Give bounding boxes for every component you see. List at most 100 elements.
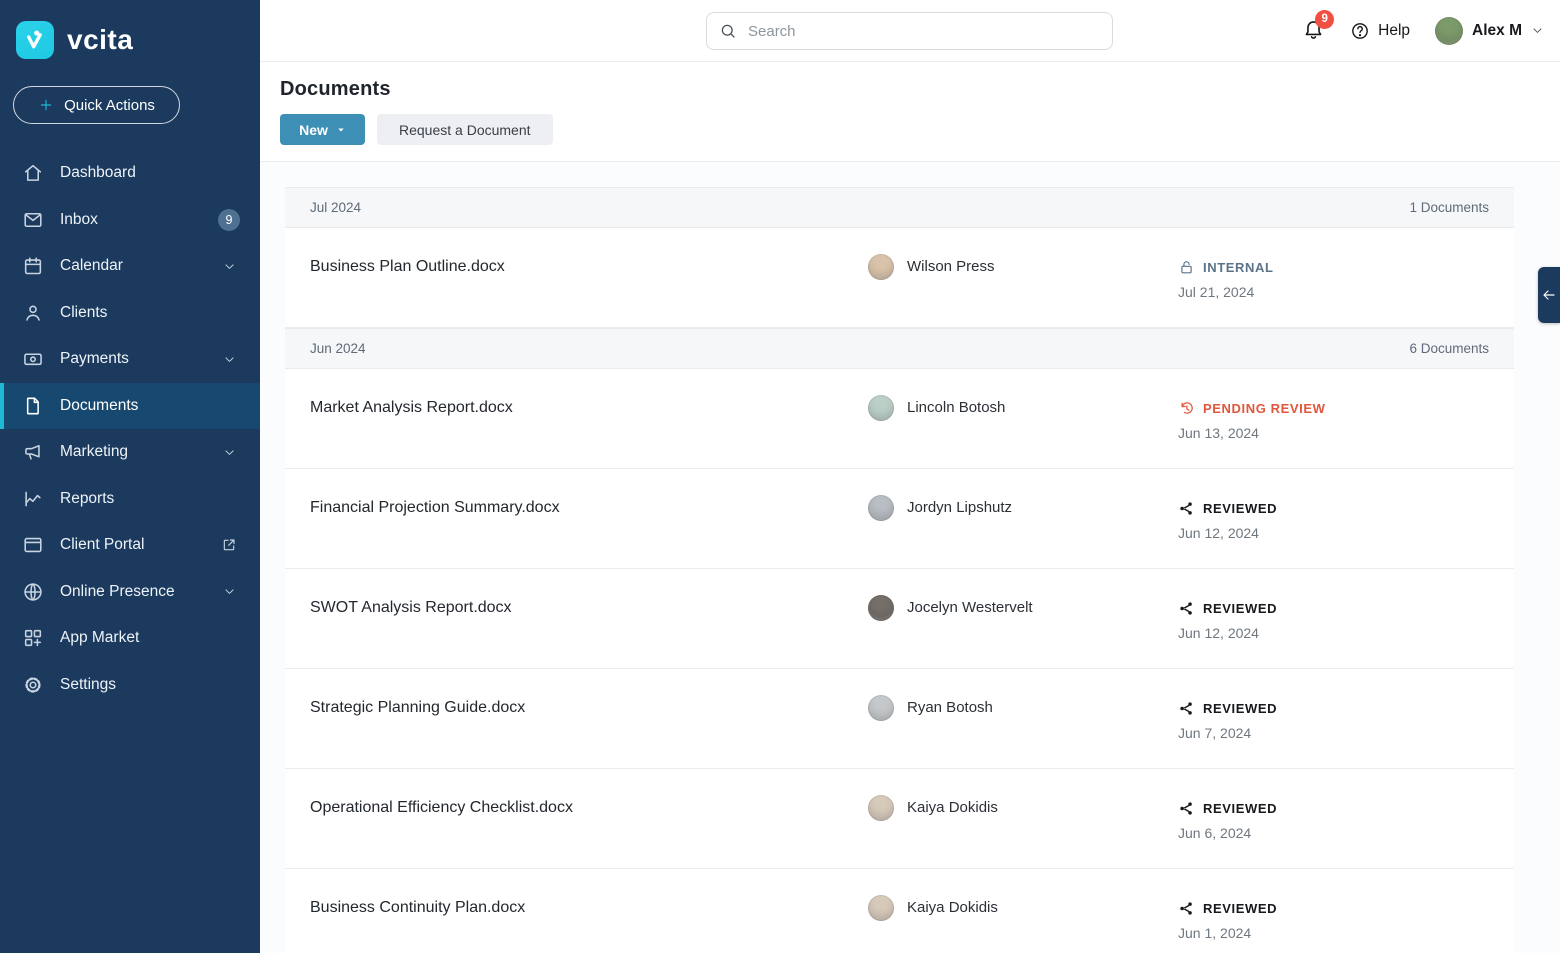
sidebar-item-documents[interactable]: Documents: [0, 383, 260, 430]
sidebar-item-marketing[interactable]: Marketing: [0, 429, 260, 476]
nav-chevron-wrap: [218, 585, 240, 598]
quick-actions-button[interactable]: Quick Actions: [13, 86, 180, 124]
payments-icon: [22, 348, 44, 370]
nav-chevron-wrap: [218, 446, 240, 459]
user-menu[interactable]: Alex M: [1435, 17, 1544, 45]
document-date: Jun 7, 2024: [1178, 725, 1514, 741]
sidebar-item-label: Client Portal: [60, 536, 144, 554]
document-row[interactable]: Financial Projection Summary.docxJordyn …: [285, 469, 1514, 569]
document-row[interactable]: Business Plan Outline.docxWilson PressIN…: [285, 228, 1514, 328]
app-market-icon: [22, 627, 44, 649]
sidebar-item-client-portal[interactable]: Client Portal: [0, 522, 260, 569]
document-row[interactable]: Operational Efficiency Checklist.docx Kai…: [285, 769, 1514, 869]
group-month: Jun 2024: [310, 341, 366, 356]
notification-badge: 9: [1315, 10, 1334, 29]
new-document-button[interactable]: New: [280, 114, 365, 145]
client-cell: Lincoln Botosh: [868, 395, 1178, 468]
quick-actions-label: Quick Actions: [64, 97, 155, 114]
lock-icon: [1178, 259, 1195, 276]
request-button-label: Request a Document: [399, 122, 531, 138]
document-name: Financial Projection Summary.docx: [285, 495, 868, 568]
group-header: Jun 20246 Documents: [285, 328, 1514, 369]
sidebar-item-dashboard[interactable]: Dashboard: [0, 150, 260, 197]
client-name: Kaiya Dokidis: [907, 795, 998, 821]
document-date: Jun 1, 2024: [1178, 925, 1514, 941]
collapse-panel-tab[interactable]: [1538, 267, 1560, 323]
home-icon: [22, 162, 44, 184]
sidebar-item-settings[interactable]: Settings: [0, 662, 260, 709]
client-avatar: [868, 595, 894, 621]
client-cell: Jocelyn Westervelt: [868, 595, 1178, 668]
new-button-label: New: [299, 122, 328, 138]
brand-name: vcita: [67, 24, 133, 56]
header-buttons: New Request a Document: [280, 114, 1560, 145]
caret-down-icon: [336, 125, 346, 135]
status-label: REVIEWED: [1203, 901, 1277, 916]
client-name: Kaiya Dokidis: [907, 895, 998, 921]
sidebar-item-label: Payments: [60, 350, 129, 368]
document-row[interactable]: Market Analysis Report.docxLincoln Botos…: [285, 369, 1514, 469]
chevron-down-icon: [1531, 24, 1544, 37]
request-document-button[interactable]: Request a Document: [377, 114, 553, 145]
chevron-down-icon: [218, 446, 240, 459]
sidebar-item-label: Online Presence: [60, 583, 175, 601]
status-cell: REVIEWEDJun 12, 2024: [1178, 595, 1514, 668]
status-badge: REVIEWED: [1178, 595, 1514, 621]
nav-external-wrap: [218, 537, 240, 553]
client-avatar: [868, 395, 894, 421]
document-name: Operational Efficiency Checklist.docx: [285, 795, 868, 868]
client-avatar: [868, 695, 894, 721]
sidebar-item-online-presence[interactable]: Online Presence: [0, 569, 260, 616]
share-icon: [1178, 800, 1195, 817]
sidebar-item-calendar[interactable]: Calendar: [0, 243, 260, 290]
search-icon: [719, 22, 737, 40]
plus-icon: [38, 97, 54, 113]
document-row[interactable]: Strategic Planning Guide.docx Ryan Botosh…: [285, 669, 1514, 769]
megaphone-icon: [22, 441, 44, 463]
client-avatar: [868, 495, 894, 521]
status-label: REVIEWED: [1203, 801, 1277, 816]
inbox-count-badge: 9: [218, 209, 240, 231]
nav-chevron-wrap: [218, 353, 240, 366]
status-badge: INTERNAL: [1178, 254, 1514, 280]
document-row[interactable]: Business Continuity Plan.docx Kaiya Dokid…: [285, 869, 1514, 953]
status-badge: REVIEWED: [1178, 795, 1514, 821]
sidebar-item-label: App Market: [60, 629, 139, 647]
sidebar-item-label: Dashboard: [60, 164, 136, 182]
document-row[interactable]: SWOT Analysis Report.docxJocelyn Westerv…: [285, 569, 1514, 669]
sidebar-item-reports[interactable]: Reports: [0, 476, 260, 523]
status-cell: REVIEWEDJun 6, 2024: [1178, 795, 1514, 868]
sidebar-nav: Dashboard Inbox 9 CalendarClients Payments Do…: [0, 150, 260, 708]
client-name: Ryan Botosh: [907, 695, 993, 721]
document-name: Business Continuity Plan.docx: [285, 895, 868, 953]
calendar-icon: [22, 255, 44, 277]
client-name: Jocelyn Westervelt: [907, 595, 1033, 621]
documents-list: Jul 20241 DocumentsBusiness Plan Outline…: [285, 187, 1514, 953]
search-box[interactable]: [706, 12, 1113, 50]
inbox-icon: [22, 209, 44, 231]
search-input[interactable]: [748, 23, 1100, 40]
sidebar-item-label: Inbox: [60, 211, 98, 229]
notifications-button[interactable]: 9: [1302, 17, 1325, 45]
share-icon: [1178, 900, 1195, 917]
client-cell: Kaiya Dokidis: [868, 795, 1178, 868]
sidebar-item-label: Reports: [60, 490, 114, 508]
help-button[interactable]: Help: [1350, 21, 1410, 41]
user-avatar: [1435, 17, 1463, 45]
sidebar-item-clients[interactable]: Clients: [0, 290, 260, 337]
status-cell: INTERNALJul 21, 2024: [1178, 254, 1514, 327]
sidebar-item-inbox[interactable]: Inbox 9: [0, 197, 260, 244]
sidebar-item-label: Settings: [60, 676, 116, 694]
status-label: PENDING REVIEW: [1203, 401, 1326, 416]
topbar-right: 9 Help Alex M: [1302, 17, 1560, 45]
document-name: Strategic Planning Guide.docx: [285, 695, 868, 768]
sidebar-item-label: Documents: [60, 397, 138, 415]
status-label: REVIEWED: [1203, 601, 1277, 616]
nav-chevron-wrap: [218, 260, 240, 273]
status-cell: REVIEWEDJun 12, 2024: [1178, 495, 1514, 568]
document-icon: [22, 395, 44, 417]
status-label: REVIEWED: [1203, 501, 1277, 516]
sidebar-item-app-market[interactable]: App Market: [0, 615, 260, 662]
history-clock-icon: [1178, 400, 1195, 417]
sidebar-item-payments[interactable]: Payments: [0, 336, 260, 383]
